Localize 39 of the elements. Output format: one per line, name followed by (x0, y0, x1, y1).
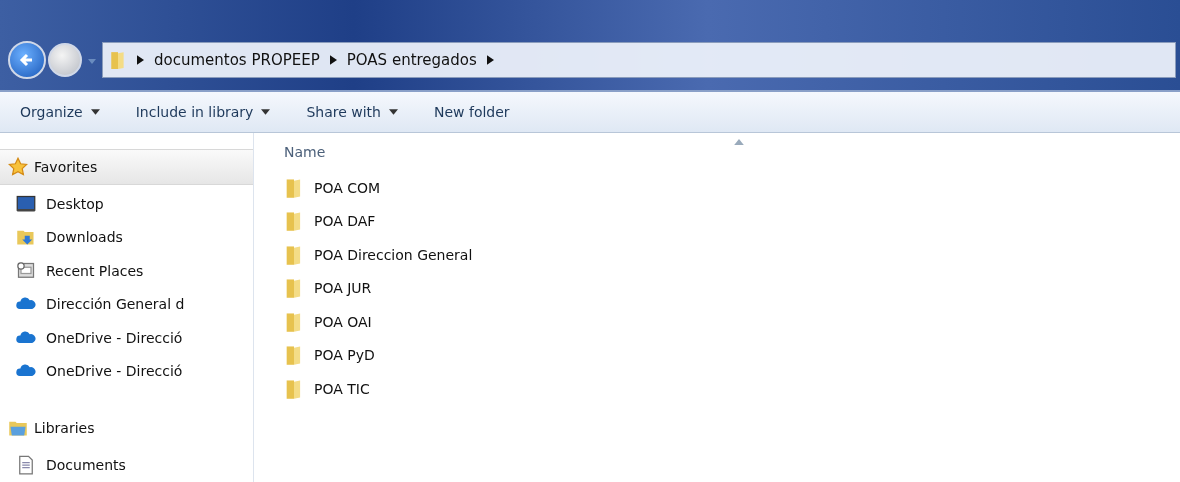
column-header[interactable]: Name (284, 144, 326, 160)
forward-button[interactable] (48, 43, 82, 77)
breadcrumb[interactable]: documentos PROPEEP (154, 51, 320, 69)
folder-item[interactable]: POA OAI (284, 305, 1180, 339)
desktop-icon (16, 193, 36, 214)
breadcrumb-arrow-icon[interactable] (486, 55, 494, 65)
caret-icon (261, 109, 271, 115)
folder-item[interactable]: POA Direccion General (284, 238, 1180, 272)
folder-item[interactable]: POA JUR (284, 271, 1180, 305)
sidebar-group[interactable]: Favorites (0, 149, 253, 185)
folder-item[interactable]: POA COM (284, 171, 1180, 205)
recent-places-icon (16, 260, 36, 281)
star-icon (8, 157, 28, 177)
address-bar[interactable]: documentos PROPEEP POAS entregados (102, 42, 1176, 78)
document-icon (16, 454, 36, 475)
back-button[interactable] (8, 41, 46, 79)
sidebar-item[interactable]: Desktop (0, 187, 253, 221)
sidebar-item[interactable]: Downloads (0, 220, 253, 254)
sidebar-item[interactable]: Recent Places (0, 254, 253, 288)
breadcrumb-arrow-icon[interactable] (137, 55, 144, 65)
breadcrumb-arrow-icon[interactable] (329, 55, 337, 65)
folder-icon (109, 49, 127, 71)
sidebar-group[interactable]: Libraries (0, 410, 253, 446)
folder-item[interactable]: POA PyD (284, 338, 1180, 372)
sidebar-item[interactable]: OneDrive - Direcció (0, 321, 253, 355)
toolbar-button[interactable]: Share with (306, 104, 398, 120)
folder-item[interactable]: POA TIC (284, 372, 1180, 406)
toolbar-button[interactable]: Organize (20, 104, 100, 120)
folder-item[interactable]: POA DAF (284, 204, 1180, 238)
toolbar-button[interactable]: Include in library (135, 104, 271, 120)
toolbar-button[interactable]: New folder (433, 104, 510, 120)
sidebar-item[interactable]: Documents (0, 448, 253, 482)
sidebar-item[interactable]: Dirección General d (0, 287, 253, 321)
caret-icon (388, 109, 398, 115)
breadcrumb[interactable]: POAS entregados (346, 51, 477, 69)
caret-icon (88, 58, 96, 65)
sidebar-item[interactable]: OneDrive - Direcció (0, 354, 253, 388)
sort-arrow-icon (734, 139, 744, 145)
caret-icon (90, 109, 100, 115)
